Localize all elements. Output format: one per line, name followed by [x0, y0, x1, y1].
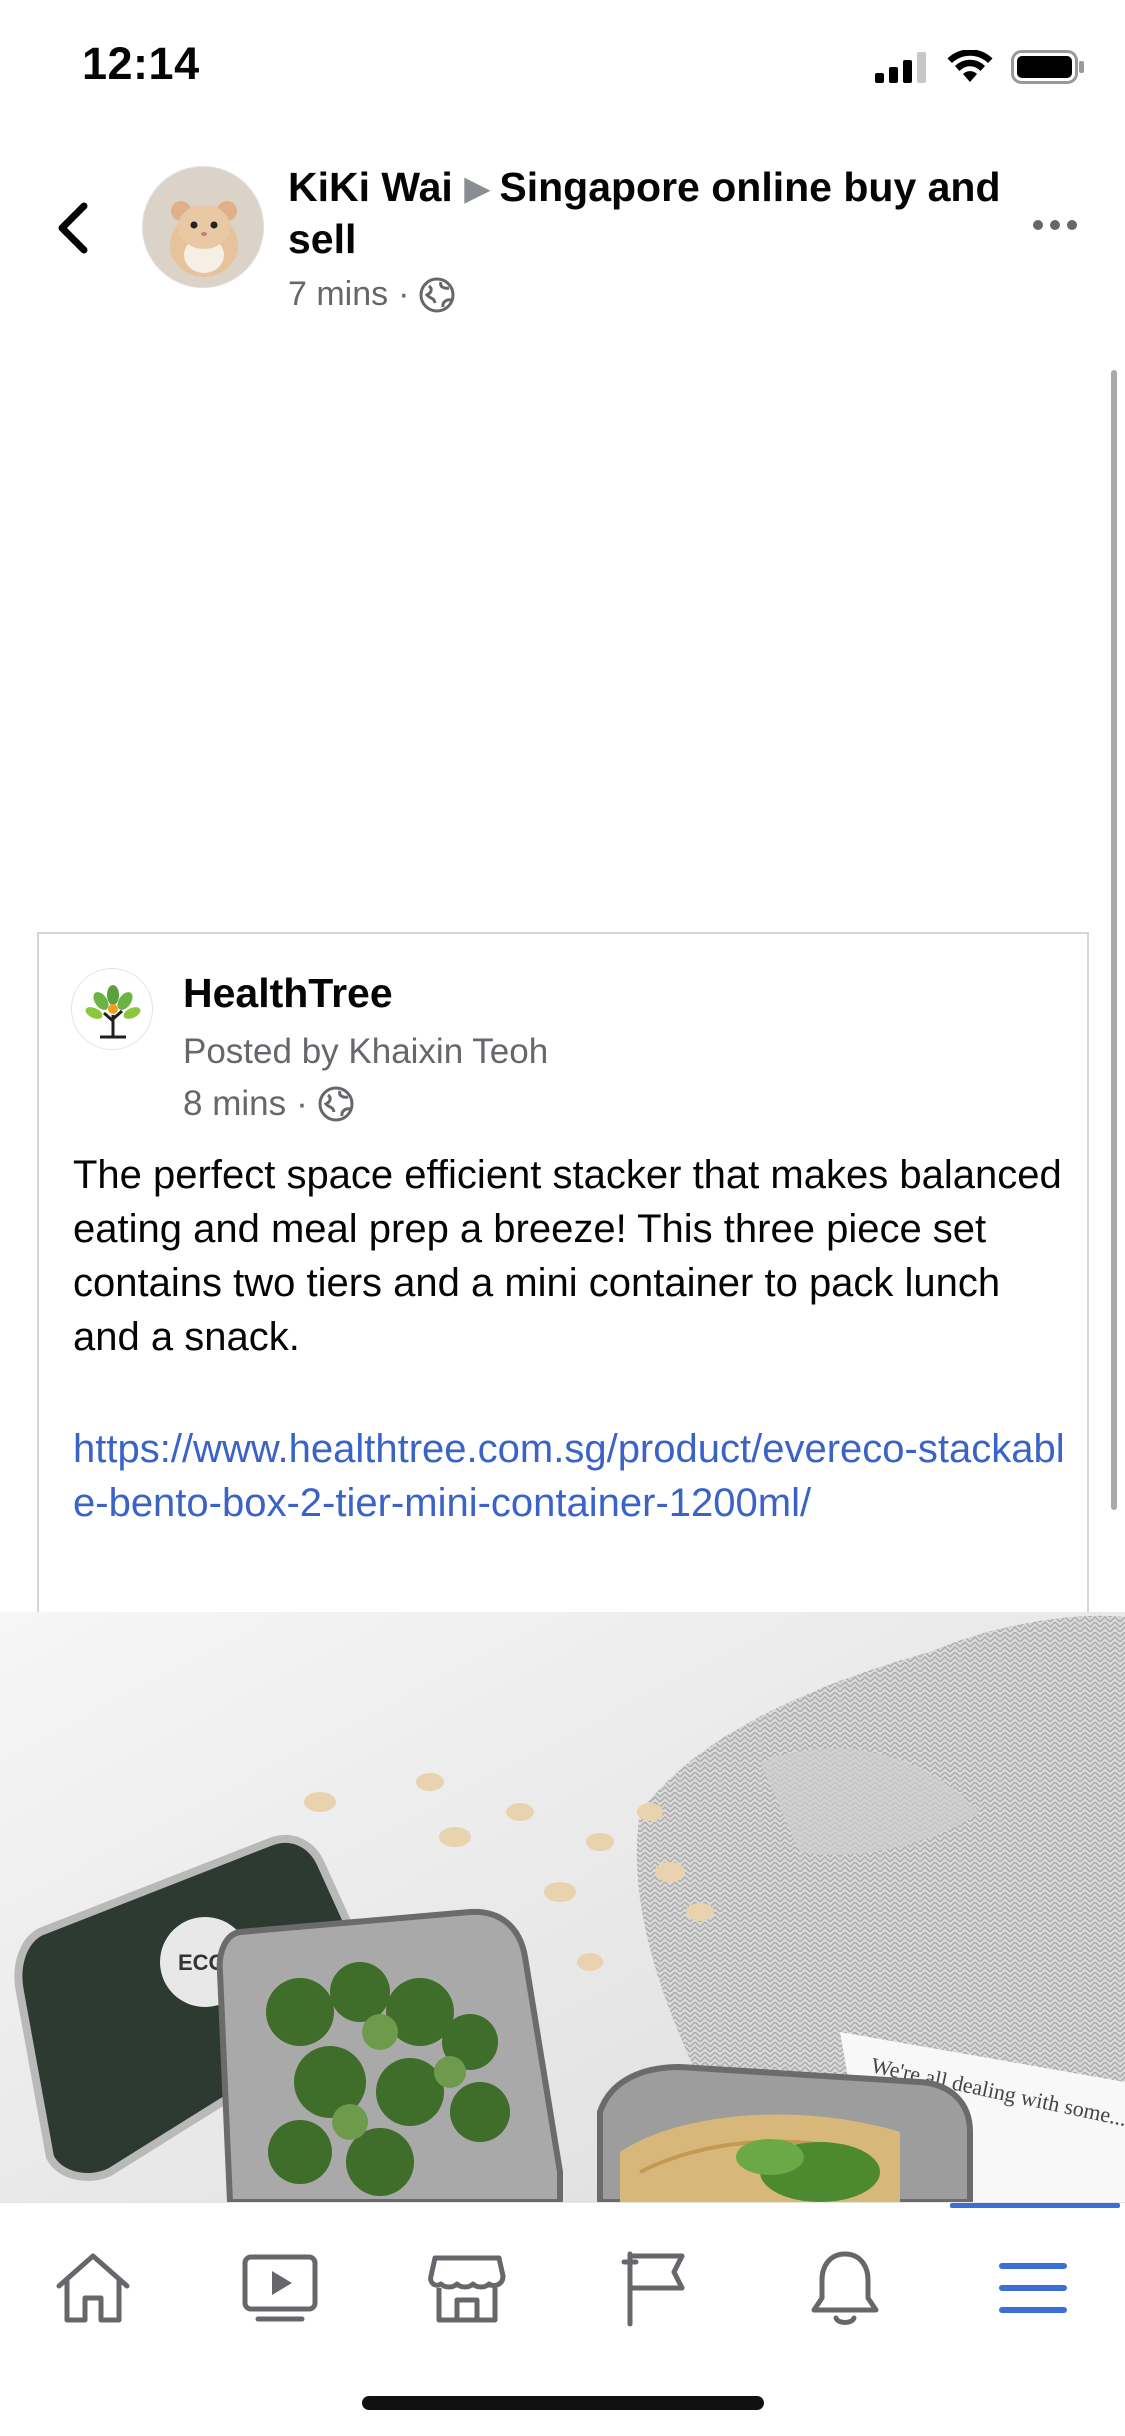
tab-marketplace[interactable]: [412, 2233, 522, 2343]
status-bar: 12:14: [0, 0, 1125, 140]
menu-icon: [999, 2263, 1067, 2313]
chevron-left-icon: [58, 202, 88, 254]
tab-menu[interactable]: [978, 2233, 1088, 2343]
author-avatar[interactable]: [142, 166, 264, 288]
posted-by: Posted by Khaixin Teoh: [183, 1032, 549, 1071]
post-title: KiKi Wai ▶ Singapore online buy and sell: [288, 162, 1008, 265]
globe-icon: [419, 277, 455, 312]
shared-to-arrow-icon: ▶: [464, 170, 490, 206]
hamster-avatar-image: [143, 167, 263, 287]
marketplace-icon: [428, 2255, 506, 2323]
page-name[interactable]: HealthTree: [183, 970, 393, 1017]
wifi-icon: [947, 50, 993, 82]
author-name[interactable]: KiKi Wai: [288, 164, 453, 210]
tab-notifications[interactable]: [790, 2233, 900, 2343]
more-dot-icon: [1067, 220, 1077, 230]
status-icons: [875, 50, 1085, 84]
post-title-block: KiKi Wai ▶ Singapore online buy and sell 7…: [288, 162, 1008, 314]
more-dot-icon: [1050, 220, 1060, 230]
pages-flag-icon: [621, 2251, 685, 2327]
tab-video[interactable]: [225, 2233, 335, 2343]
battery-icon: [1011, 50, 1084, 84]
page-logo[interactable]: [71, 968, 153, 1050]
notifications-bell-icon: [811, 2251, 879, 2325]
tab-pages[interactable]: [600, 2233, 710, 2343]
more-options-button[interactable]: [1025, 210, 1085, 240]
active-tab-indicator: [950, 2203, 1120, 2208]
post-body-text: The perfect space efficient stacker that…: [73, 1153, 1062, 1359]
globe-icon: [318, 1086, 354, 1122]
video-icon: [242, 2254, 318, 2322]
home-indicator[interactable]: [362, 2396, 764, 2410]
home-icon: [56, 2253, 130, 2323]
back-button[interactable]: [44, 200, 100, 256]
post-header: KiKi Wai ▶ Singapore online buy and sell 7…: [0, 150, 1125, 330]
more-dot-icon: [1033, 220, 1043, 230]
post-meta: 7 mins ·: [288, 275, 1008, 314]
meta-separator: ·: [296, 1084, 308, 1123]
product-link[interactable]: https://www.healthtree.com.sg/product/ev…: [73, 1422, 1073, 1530]
bento-box-photo: We're all dealing with some... Perfectio…: [0, 1612, 1125, 2202]
shared-post-meta: 8 mins ·: [183, 1084, 354, 1124]
meta-separator: ·: [398, 275, 410, 313]
shared-post-time[interactable]: 8 mins: [183, 1084, 286, 1124]
tab-home[interactable]: [38, 2233, 148, 2343]
status-time: 12:14: [82, 38, 200, 89]
post-time[interactable]: 7 mins: [288, 275, 388, 314]
product-photo[interactable]: We're all dealing with some... Perfectio…: [0, 1612, 1125, 2202]
shared-post-card[interactable]: HealthTree Posted by Khaixin Teoh 8 mins…: [37, 932, 1089, 1612]
scroll-indicator[interactable]: [1111, 370, 1117, 1510]
cellular-signal-icon: [875, 52, 926, 83]
tree-logo-icon: [72, 969, 152, 1049]
